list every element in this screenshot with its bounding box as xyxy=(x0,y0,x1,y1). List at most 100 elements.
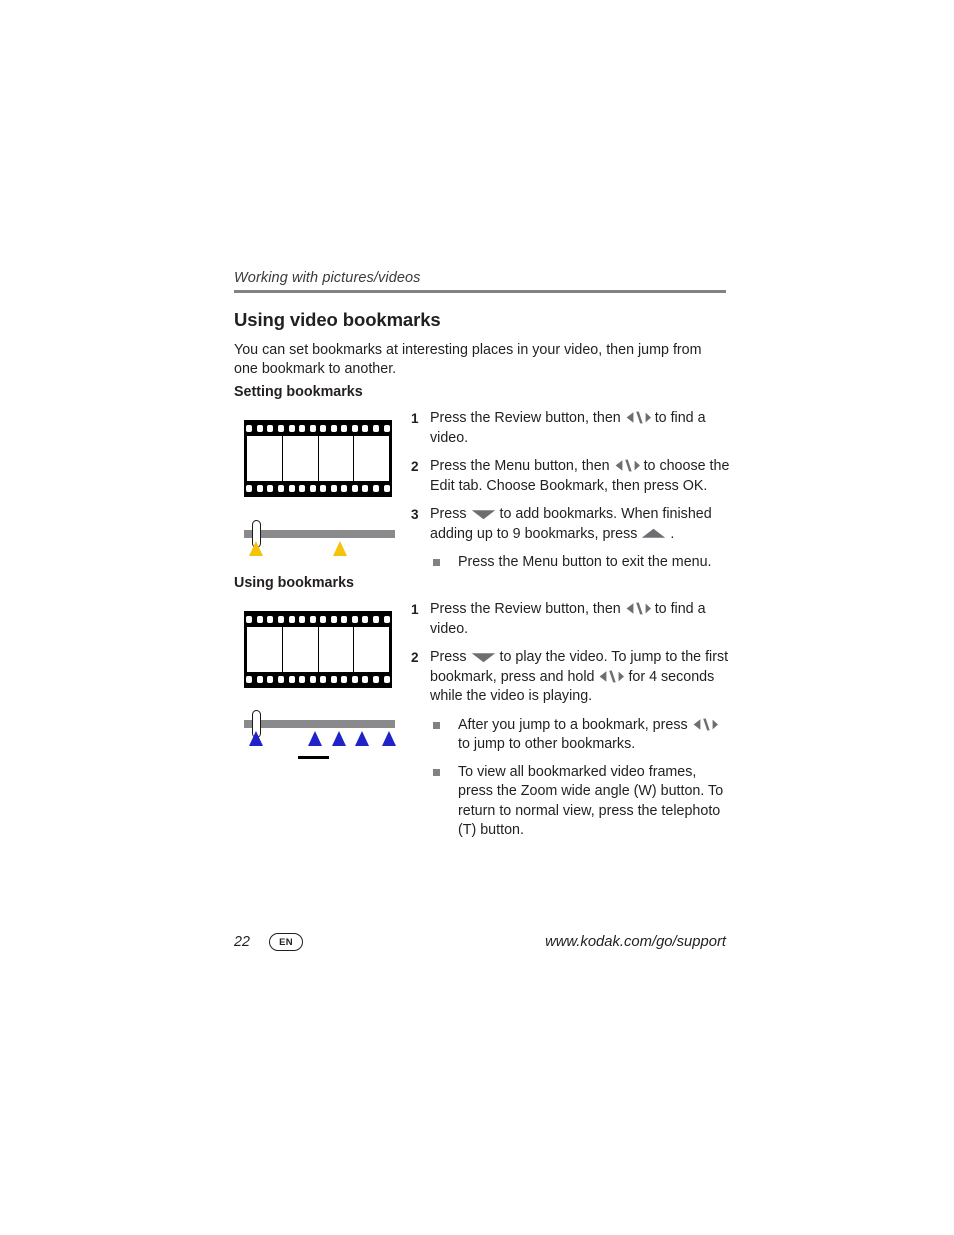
filmstrip-perforation xyxy=(383,616,390,623)
steps-using-bookmarks: 1 Press the Review button, then to find … xyxy=(411,600,731,849)
filmstrip-perforation xyxy=(330,676,337,683)
filmstrip-frame xyxy=(354,627,389,672)
filmstrip-perforation xyxy=(277,616,284,623)
left-right-arrows-icon xyxy=(614,459,640,472)
filmstrip-perforation xyxy=(267,425,274,432)
filmstrip-perforation xyxy=(309,425,316,432)
step-text: Press the Review button, then to find a … xyxy=(430,601,706,637)
square-bullet-icon xyxy=(433,768,440,776)
page-footer: 22 EN www.kodak.com/go/support xyxy=(234,932,726,956)
filmstrip-perforations-bottom xyxy=(244,483,392,494)
figure-using-bookmarks xyxy=(244,611,396,769)
step-text: Press to play the video. To jump to the … xyxy=(430,649,729,704)
running-header-text: Working with pictures/videos xyxy=(234,270,421,286)
figure-setting-bookmarks xyxy=(244,420,395,565)
filmstrip-frame xyxy=(283,627,319,672)
filmstrip-perforation xyxy=(277,425,284,432)
filmstrip-perforation xyxy=(288,485,295,492)
step-item: 3 Press to add bookmarks. When finished … xyxy=(411,505,731,544)
left-right-arrows-icon xyxy=(692,718,718,731)
filmstrip-perforation xyxy=(320,616,327,623)
filmstrip-perforation xyxy=(341,676,348,683)
support-url: www.kodak.com/go/support xyxy=(545,934,726,950)
filmstrip-perforation xyxy=(373,616,380,623)
filmstrip-graphic xyxy=(244,420,392,497)
list-item-text: After you jump to a bookmark, press to j… xyxy=(458,717,718,752)
filmstrip-perforations-top xyxy=(244,614,392,625)
filmstrip-perforation xyxy=(277,485,284,492)
step-item: 1 Press the Review button, then to find … xyxy=(411,409,731,448)
filmstrip-perforation xyxy=(351,485,358,492)
filmstrip-perforation xyxy=(341,616,348,623)
filmstrip-perforation xyxy=(299,485,306,492)
timeline-bar xyxy=(244,530,395,538)
filmstrip-perforation xyxy=(320,425,327,432)
notes-list: Press the Menu button to exit the menu. xyxy=(411,553,731,573)
filmstrip-perforation xyxy=(246,676,253,683)
filmstrip-frame xyxy=(319,436,355,481)
filmstrip-frames xyxy=(247,627,389,672)
filmstrip-perforation xyxy=(341,485,348,492)
bookmark-marker-yellow xyxy=(249,541,263,556)
step-text: Press the Menu button, then to choose th… xyxy=(430,458,730,494)
filmstrip-perforation xyxy=(288,425,295,432)
filmstrip-perforations-top xyxy=(244,423,392,434)
filmstrip-perforation xyxy=(330,425,337,432)
notes-list: After you jump to a bookmark, press to j… xyxy=(411,716,731,841)
video-timeline-using xyxy=(244,707,396,769)
intro-paragraph: You can set bookmarks at interesting pla… xyxy=(234,342,702,377)
list-item-text: Press the Menu button to exit the menu. xyxy=(458,554,712,570)
filmstrip-perforation xyxy=(246,485,253,492)
list-item: After you jump to a bookmark, press to j… xyxy=(433,716,731,755)
down-arrow-icon xyxy=(471,508,496,520)
filmstrip-perforation xyxy=(351,425,358,432)
section-heading-using-bookmarks: Using bookmarks xyxy=(234,575,354,591)
filmstrip-perforation xyxy=(373,676,380,683)
filmstrip-perforation xyxy=(362,676,369,683)
header-rule xyxy=(234,290,726,293)
filmstrip-perforations-bottom xyxy=(244,674,392,685)
page-number: 22 xyxy=(234,934,250,950)
filmstrip-perforation xyxy=(309,485,316,492)
list-item: Press the Menu button to exit the menu. xyxy=(433,553,731,573)
list-item: To view all bookmarked video frames, pre… xyxy=(433,763,731,841)
section-heading-setting-bookmarks: Setting bookmarks xyxy=(234,384,363,400)
square-bullet-icon xyxy=(433,559,440,566)
timeline-bar xyxy=(244,720,395,728)
step-item: 1 Press the Review button, then to find … xyxy=(411,600,731,639)
up-arrow-icon xyxy=(641,528,666,540)
filmstrip-perforation xyxy=(309,616,316,623)
steps-setting-bookmarks: 1 Press the Review button, then to find … xyxy=(411,409,731,581)
filmstrip-perforation xyxy=(373,425,380,432)
filmstrip-perforation xyxy=(383,485,390,492)
filmstrip-perforation xyxy=(373,485,380,492)
filmstrip-frame xyxy=(319,627,355,672)
step-text: Press to add bookmarks. When finished ad… xyxy=(430,506,712,542)
filmstrip-perforation xyxy=(362,616,369,623)
filmstrip-frame xyxy=(283,436,319,481)
filmstrip-perforation xyxy=(330,485,337,492)
language-badge: EN xyxy=(269,933,303,951)
filmstrip-perforation xyxy=(246,425,253,432)
bookmark-marker-blue xyxy=(355,731,369,746)
filmstrip-perforation xyxy=(299,425,306,432)
bookmark-marker-blue xyxy=(249,731,263,746)
bookmark-marker-blue xyxy=(382,731,396,746)
filmstrip-perforation xyxy=(351,676,358,683)
step-number: 3 xyxy=(411,507,419,522)
filmstrip-perforation xyxy=(256,425,263,432)
left-right-arrows-icon xyxy=(625,411,651,424)
bookmark-marker-yellow xyxy=(333,541,347,556)
selection-underline xyxy=(298,756,329,759)
filmstrip-perforation xyxy=(299,676,306,683)
filmstrip-perforation xyxy=(267,485,274,492)
step-item: 2 Press to play the video. To jump to th… xyxy=(411,648,731,707)
step-text: Press the Review button, then to find a … xyxy=(430,410,706,446)
page-title: Using video bookmarks xyxy=(234,309,441,330)
filmstrip-frame xyxy=(354,436,389,481)
bookmark-marker-blue xyxy=(308,731,322,746)
filmstrip-perforation xyxy=(246,616,253,623)
filmstrip-perforation xyxy=(320,676,327,683)
filmstrip-frames xyxy=(247,436,389,481)
step-item: 2 Press the Menu button, then to choose … xyxy=(411,457,731,496)
